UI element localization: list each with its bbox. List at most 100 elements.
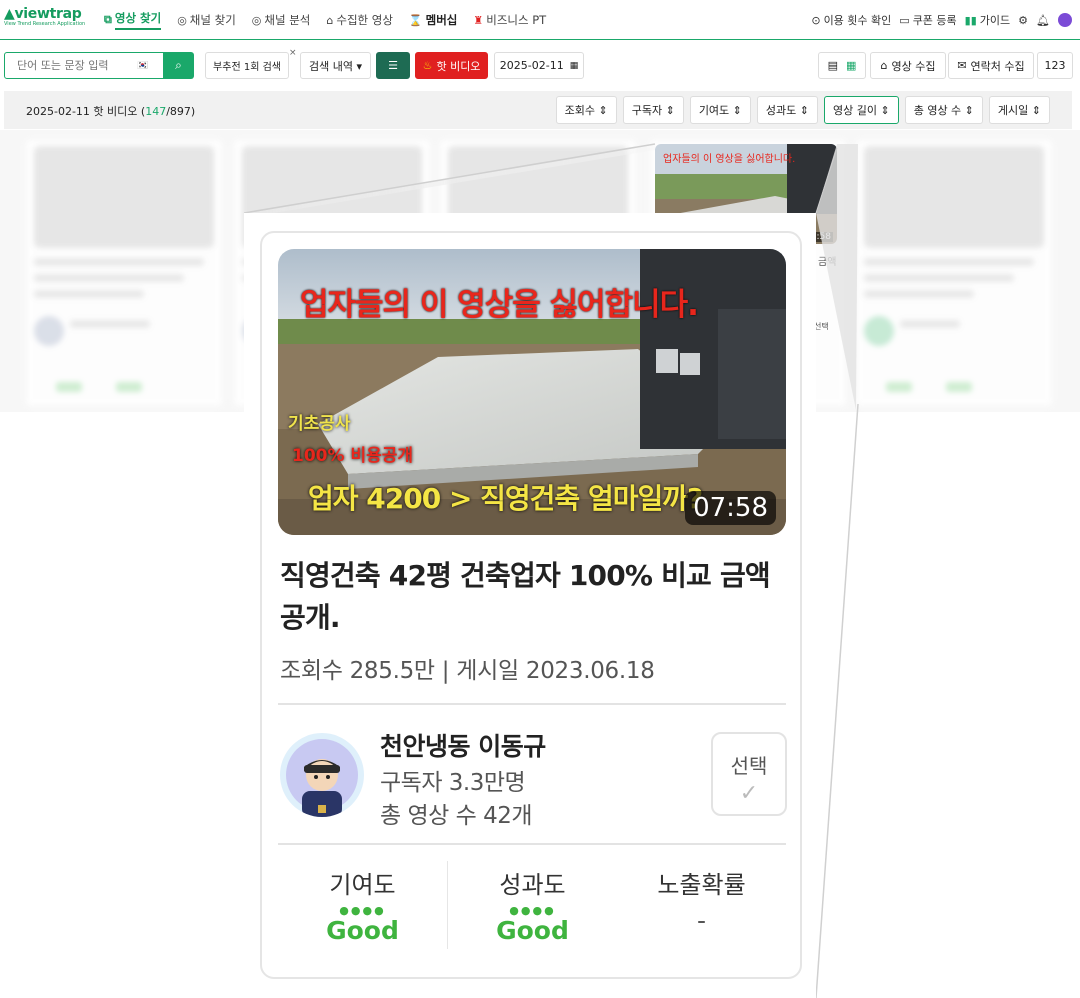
divider bbox=[278, 843, 786, 845]
clock-icon: ⊙ bbox=[811, 13, 821, 27]
metric-label: 노출확률 bbox=[657, 871, 746, 899]
results-title: 2025-02-11 핫 비디오 (147/897) bbox=[26, 103, 195, 119]
sort-total-videos-button[interactable]: 총 영상 수 ⇕ bbox=[904, 96, 983, 124]
grid-view-icon[interactable]: ▦ bbox=[846, 59, 856, 72]
channel-avatar[interactable] bbox=[280, 733, 364, 817]
video-card-blurred[interactable] bbox=[856, 140, 1052, 406]
sort-duration-button[interactable]: 영상 길이 ⇕ bbox=[824, 96, 899, 124]
collect-contact-label: 연락처 수집 bbox=[970, 59, 1025, 73]
usage-label: 이용 횟수 확인 bbox=[823, 14, 892, 27]
metric-contribution: 기여도 ●●●● Good bbox=[278, 861, 447, 949]
book-icon: ▮▮ bbox=[964, 13, 977, 27]
sort-icon: ⇕ bbox=[961, 103, 974, 117]
nav-item-business-pt[interactable]: ♜ 비즈니스 PT bbox=[473, 0, 546, 40]
nav-label: 수집한 영상 bbox=[336, 13, 393, 27]
sort-label: 게시일 bbox=[997, 104, 1029, 117]
sort-label: 조회수 bbox=[564, 104, 595, 117]
search-history-dropdown[interactable]: 검색 내역 ▾ bbox=[300, 52, 371, 79]
sort-buttons: 조회수 ⇕ 구독자 ⇕ 기여도 ⇕ 성과도 ⇕ 영상 길이 ⇕ 총 영상 수 ⇕… bbox=[555, 96, 1050, 124]
sort-icon: ⇕ bbox=[662, 103, 675, 117]
collect-contact-button[interactable]: ✉ 연락처 수집 bbox=[948, 52, 1034, 79]
nav-item-membership[interactable]: ⌛ 멤버십 bbox=[409, 0, 457, 40]
sort-contribution-button[interactable]: 기여도 ⇕ bbox=[689, 96, 751, 124]
channel-analysis-icon: ◎ bbox=[251, 13, 262, 27]
search-button[interactable]: ⌕ bbox=[163, 52, 194, 79]
nav-item-channel-search[interactable]: ◎ 채널 찾기 bbox=[177, 0, 236, 40]
collect-video-label: 영상 수집 bbox=[891, 59, 936, 73]
korea-flag-icon[interactable]: 🇰🇷 bbox=[137, 61, 148, 71]
sort-label: 구독자 bbox=[631, 104, 663, 117]
coupon-icon: ▭ bbox=[899, 13, 910, 27]
sort-label: 기여도 bbox=[698, 104, 730, 117]
profile-avatar[interactable] bbox=[1058, 13, 1072, 27]
sort-performance-button[interactable]: 성과도 ⇕ bbox=[756, 96, 818, 124]
nav-item-channel-analysis[interactable]: ◎ 채널 분석 bbox=[252, 0, 311, 40]
nav-item-collected-videos[interactable]: ⌂ 수집한 영상 bbox=[326, 0, 393, 40]
nav-label: 채널 분석 bbox=[264, 13, 311, 27]
select-button[interactable]: 선택 ✓ bbox=[711, 732, 787, 816]
select-label: 선택 bbox=[730, 754, 768, 778]
nav-label: 영상 찾기 bbox=[114, 10, 162, 30]
hot-video-button[interactable]: ♨ 핫 비디오 bbox=[415, 52, 488, 79]
video-thumbnail[interactable]: 업자들의 이 영상을 싫어합니다. 기초공사 100% 비용공개 업자 4200… bbox=[278, 249, 786, 535]
list-view-icon[interactable]: ▤ bbox=[828, 59, 838, 72]
avatar-illustration bbox=[286, 739, 358, 817]
nav-item-video-search[interactable]: ⧉ 영상 찾기 bbox=[104, 0, 162, 40]
svg-text:업자들의 이 영상을 싫어합니다.: 업자들의 이 영상을 싫어합니다. bbox=[663, 152, 795, 165]
close-icon[interactable]: × bbox=[289, 48, 297, 58]
metric-performance: 성과도 ●●●● Good bbox=[447, 861, 617, 949]
search-box: 🇰🇷 bbox=[4, 52, 164, 79]
search-icon: ⌕ bbox=[175, 58, 182, 72]
sort-label: 영상 길이 bbox=[833, 104, 877, 117]
rating-dots-icon: ●●●● bbox=[509, 904, 556, 917]
usage-check-link[interactable]: ⊙ 이용 횟수 확인 bbox=[811, 12, 891, 28]
metric-label: 성과도 bbox=[499, 871, 566, 899]
channel-name[interactable]: 천안냉동 이동규 bbox=[380, 727, 546, 763]
collect-video-button[interactable]: ⌂ 영상 수집 bbox=[870, 52, 946, 79]
video-card[interactable]: 업자들의 이 영상을 싫어합니다. 기초공사 100% 비용공개 업자 4200… bbox=[260, 231, 802, 979]
zoomed-card-panel: 업자들의 이 영상을 싫어합니다. 기초공사 100% 비용공개 업자 4200… bbox=[244, 213, 816, 998]
logo-text: ▲viewtrap bbox=[4, 6, 82, 22]
sort-subscribers-button[interactable]: 구독자 ⇕ bbox=[622, 96, 684, 124]
nav-label: 채널 찾기 bbox=[189, 13, 236, 27]
thumbnail-caption-mid1: 기초공사 bbox=[288, 414, 351, 434]
results-count: 147 bbox=[145, 105, 167, 118]
sort-views-button[interactable]: 조회수 ⇕ bbox=[555, 96, 617, 124]
search-input[interactable] bbox=[17, 59, 137, 72]
recommend-search-chip[interactable]: 부추전 1회 검색 bbox=[205, 52, 289, 79]
bell-icon[interactable]: 🔔︎ bbox=[1036, 14, 1050, 27]
sort-label: 성과도 bbox=[765, 104, 797, 117]
sort-icon: ⇕ bbox=[796, 103, 809, 117]
metrics-row: 기여도 ●●●● Good 성과도 ●●●● Good 노출확률 - bbox=[278, 861, 786, 949]
video-card-blurred[interactable] bbox=[26, 140, 222, 406]
main-nav: ⧉ 영상 찾기 ◎ 채널 찾기 ◎ 채널 분석 ⌂ 수집한 영상 ⌛ 멤버십 ♜… bbox=[104, 0, 546, 40]
video-title[interactable]: 직영건축 42평 건축업자 100% 비교 금액 공개. bbox=[280, 555, 790, 639]
metric-value: Good bbox=[326, 916, 399, 945]
sliders-icon: ☰ bbox=[388, 59, 398, 72]
channel-search-icon: ◎ bbox=[177, 13, 187, 27]
nav-label: 비즈니스 PT bbox=[486, 13, 547, 27]
sort-bar: 2025-02-11 핫 비디오 (147/897) 조회수 ⇕ 구독자 ⇕ 기… bbox=[4, 91, 1072, 129]
date-picker[interactable]: 2025-02-11 ▦ bbox=[494, 52, 584, 79]
folder-icon: ⌂ bbox=[326, 13, 334, 27]
settings-icon[interactable]: ⚙ bbox=[1018, 14, 1028, 27]
sort-date-button[interactable]: 게시일 ⇕ bbox=[988, 96, 1050, 124]
channel-video-count: 총 영상 수 42개 bbox=[380, 803, 533, 829]
app-logo[interactable]: ▲viewtrap View Trend Research Applicatio… bbox=[4, 6, 85, 27]
coupon-link[interactable]: ▭ 쿠폰 등록 bbox=[899, 12, 956, 28]
sort-icon: ⇕ bbox=[876, 103, 890, 117]
logo-subtitle: View Trend Research Application bbox=[4, 21, 86, 27]
duration-badge: 07:58 bbox=[685, 491, 776, 525]
sort-icon: ⇕ bbox=[1028, 103, 1041, 117]
divider bbox=[278, 703, 786, 705]
business-icon: ♜ bbox=[473, 13, 484, 27]
thumbnail-caption-top: 업자들의 이 영상을 싫어합니다. bbox=[300, 287, 699, 323]
video-search-icon: ⧉ bbox=[104, 13, 112, 26]
top-navigation: ▲viewtrap View Trend Research Applicatio… bbox=[0, 0, 1080, 40]
count-button[interactable]: 123 bbox=[1037, 52, 1073, 79]
view-toggle[interactable]: ▤ ▦ bbox=[818, 52, 866, 79]
filter-button[interactable]: ☰ bbox=[376, 52, 410, 79]
calendar-icon: ▦ bbox=[569, 60, 579, 71]
sort-icon: ⇕ bbox=[595, 103, 608, 117]
guide-link[interactable]: ▮▮ 가이드 bbox=[965, 12, 1010, 28]
